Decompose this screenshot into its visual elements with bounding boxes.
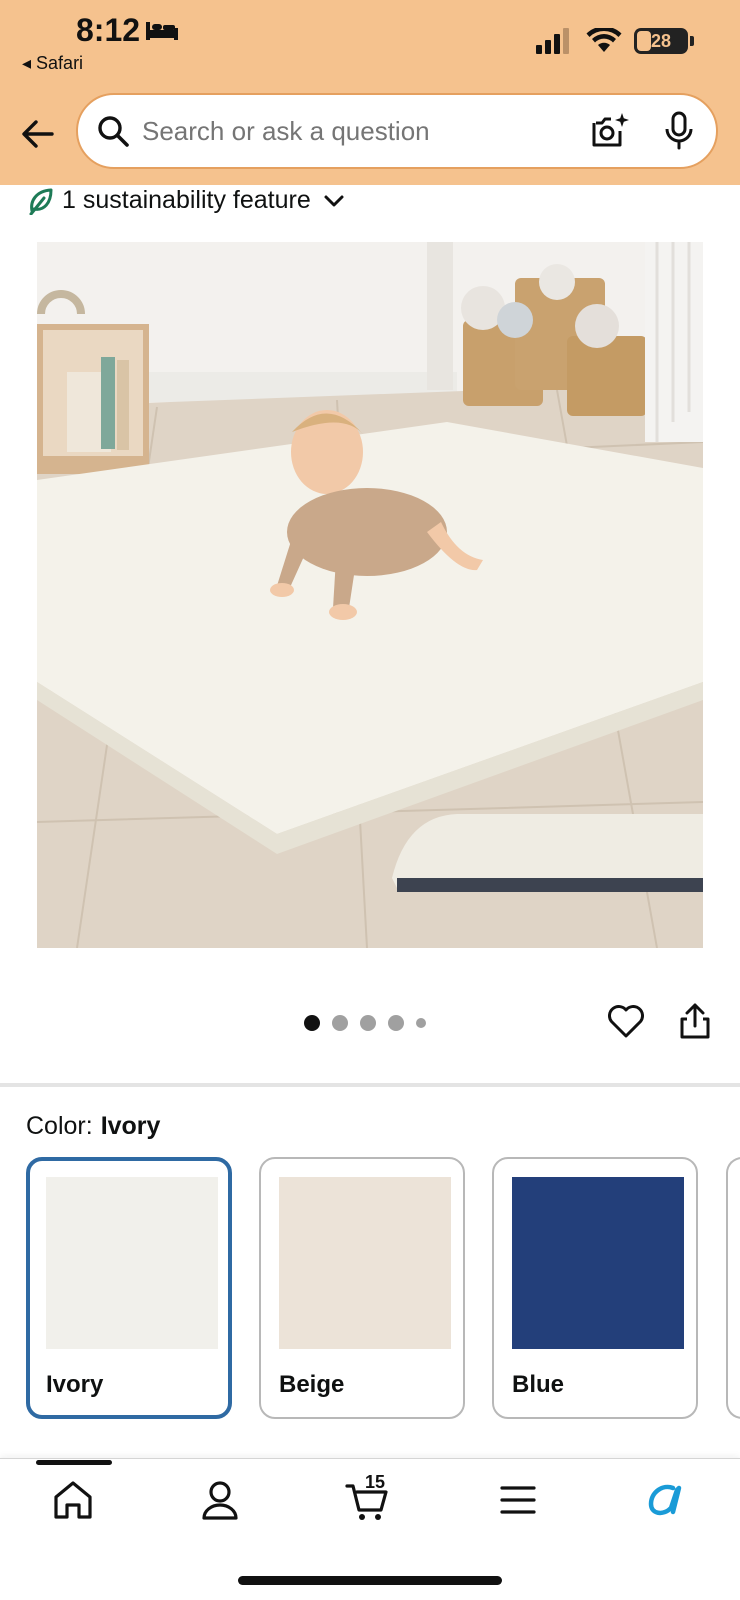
- swatch-name: Ivory: [46, 1371, 104, 1398]
- search-input[interactable]: [142, 115, 590, 147]
- carousel-dot-2[interactable]: [332, 1015, 348, 1031]
- search-icon: [98, 116, 129, 147]
- swatch-ivory[interactable]: Ivory: [26, 1157, 232, 1419]
- menu-icon[interactable]: [496, 1478, 540, 1522]
- share-icon[interactable]: [678, 1002, 712, 1040]
- carousel-dot-5[interactable]: [416, 1018, 426, 1028]
- swatch-chip: [279, 1177, 451, 1349]
- camera-lens-icon[interactable]: [590, 111, 630, 151]
- battery-level: 28: [650, 30, 672, 51]
- active-tab-indicator: [36, 1460, 112, 1465]
- play-mat-photo: [37, 242, 703, 948]
- sleep-focus-icon: [146, 22, 178, 40]
- microphone-icon[interactable]: [664, 111, 694, 151]
- section-divider: [0, 1083, 740, 1087]
- wifi-icon: [586, 28, 622, 52]
- swatch-blue[interactable]: Blue: [492, 1157, 698, 1419]
- status-time: 8:12: [76, 12, 141, 48]
- leaf-icon: [29, 188, 53, 215]
- back-arrow-icon[interactable]: [20, 116, 56, 152]
- search-bar[interactable]: [76, 93, 718, 169]
- battery-indicator: 28: [634, 28, 694, 54]
- color-selection-label: Color: Ivory: [26, 1112, 160, 1141]
- swatch-next-partial[interactable]: [726, 1157, 740, 1419]
- header-bar: 8:12 ◂ Safari 28: [0, 0, 740, 185]
- swatch-name: Beige: [279, 1371, 345, 1398]
- sustainability-feature-toggle[interactable]: 1 sustainability feature: [28, 186, 345, 215]
- cellular-signal-icon: [536, 28, 569, 54]
- product-image[interactable]: [37, 242, 703, 948]
- status-indicators: 28: [536, 28, 694, 54]
- carousel-dot-1[interactable]: [304, 1015, 320, 1031]
- swatch-chip: [512, 1177, 684, 1349]
- color-swatches: Ivory Beige Blue: [26, 1157, 740, 1419]
- sustainability-label: 1 sustainability feature: [62, 186, 311, 214]
- swatch-chip: [46, 1177, 218, 1349]
- carousel-dot-3[interactable]: [360, 1015, 376, 1031]
- back-to-safari[interactable]: ◂ Safari: [22, 53, 83, 74]
- color-label: Color:: [26, 1112, 93, 1140]
- home-icon[interactable]: [51, 1478, 95, 1522]
- swatch-beige[interactable]: Beige: [259, 1157, 465, 1419]
- alexa-assistant-icon[interactable]: [643, 1478, 687, 1522]
- image-carousel-dots[interactable]: [304, 1015, 426, 1031]
- account-icon[interactable]: [198, 1478, 242, 1522]
- carousel-dot-4[interactable]: [388, 1015, 404, 1031]
- home-indicator[interactable]: [238, 1576, 502, 1585]
- swatch-name: Blue: [512, 1371, 565, 1398]
- heart-icon[interactable]: [607, 1003, 645, 1039]
- chevron-down-icon: [324, 195, 344, 206]
- selected-color-value: Ivory: [100, 1112, 161, 1140]
- cart-count-badge: 15: [365, 1472, 386, 1492]
